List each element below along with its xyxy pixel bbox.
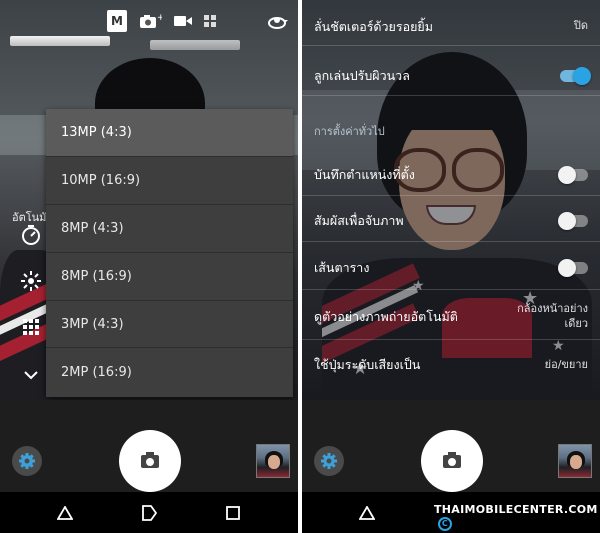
home-icon[interactable]	[140, 504, 158, 522]
shutter-button[interactable]	[119, 430, 181, 492]
timer-icon[interactable]	[18, 222, 44, 248]
resolution-option[interactable]: 8MP (4:3)	[46, 205, 293, 253]
setting-label: ลั่นชัตเตอร์ด้วยรอยยิ้ม	[314, 18, 433, 34]
setting-value: ปิด	[573, 19, 588, 33]
camera-panel-right: ★ ★ ★ ★ ลั่นชัตเตอร์ด้วยรอยยิ้ม ปิด ลูกเ…	[302, 0, 600, 533]
system-navbar	[0, 492, 298, 533]
setting-label: เส้นตาราง	[314, 259, 370, 275]
resolution-menu: 13MP (4:3) 10MP (16:9) 8MP (4:3) 8MP (16…	[46, 109, 293, 397]
resolution-option[interactable]: 13MP (4:3)	[46, 109, 293, 157]
settings-button[interactable]	[12, 446, 42, 476]
setting-soft-skin[interactable]: ลูกเล่นปรับผิวนวล	[302, 56, 600, 96]
photo-mode-icon[interactable]: +	[137, 10, 163, 32]
setting-auto-preview[interactable]: ดูตัวอย่างภาพถ่ายอัตโนมัติ กล้องหน้าอย่า…	[302, 294, 600, 340]
gallery-thumbnail[interactable]	[256, 444, 290, 478]
watermark-text: THAIMOBILECENTER.COM	[434, 503, 598, 516]
gallery-thumbnail[interactable]	[558, 444, 592, 478]
soft-skin-toggle[interactable]	[560, 66, 591, 85]
more-icon[interactable]	[202, 10, 218, 32]
setting-label: ดูตัวอย่างภาพถ่ายอัตโนมัติ	[314, 308, 458, 324]
camera-controls	[302, 400, 600, 492]
gear-icon	[321, 453, 337, 469]
recent-apps-icon[interactable]	[224, 504, 242, 522]
ceiling-light	[10, 36, 110, 46]
camera-icon	[443, 451, 461, 468]
resolution-option[interactable]: 10MP (16:9)	[46, 157, 293, 205]
section-header-general: การตั้งค่าทั่วไป	[314, 125, 385, 138]
setting-value: กล้องหน้าอย่างเดียว	[517, 302, 588, 330]
setting-touch-capture[interactable]: สัมผัสเพื่อจับภาพ	[302, 200, 600, 242]
camera-controls	[0, 400, 298, 492]
switch-camera-icon[interactable]	[264, 12, 290, 34]
grid-lines-toggle[interactable]	[558, 258, 588, 277]
resolution-option[interactable]: 8MP (16:9)	[46, 253, 293, 301]
setting-label: ใช้ปุ่มระดับเสียงเป็น	[314, 357, 421, 372]
shutter-button[interactable]	[421, 430, 483, 492]
video-mode-icon[interactable]	[172, 10, 194, 32]
camera-panel-left: M + อัตโนมั 13MP (4:3) 10MP (16:9) 8MP (…	[0, 0, 298, 533]
resolution-option[interactable]: 2MP (16:9)	[46, 348, 293, 396]
resolution-option[interactable]: 3MP (4:3)	[46, 301, 293, 349]
setting-label: ลูกเล่นปรับผิวนวล	[314, 67, 410, 83]
settings-button[interactable]	[314, 446, 344, 476]
touch-capture-toggle[interactable]	[558, 211, 588, 230]
gear-icon	[19, 453, 35, 469]
back-icon[interactable]	[56, 504, 74, 522]
system-navbar: THAIMOBILECENTER.COMC	[302, 492, 600, 533]
grid-icon[interactable]	[18, 314, 44, 340]
svg-text:+: +	[157, 13, 162, 23]
setting-label: บันทึกตำแหน่งที่ตั้ง	[314, 166, 415, 182]
back-icon[interactable]	[358, 504, 376, 522]
camera-icon	[141, 451, 159, 468]
manual-mode-icon[interactable]: M	[107, 10, 127, 32]
save-location-toggle[interactable]	[558, 165, 588, 184]
setting-label: สัมผัสเพื่อจับภาพ	[314, 212, 404, 228]
ceiling-light	[150, 40, 240, 50]
watermark: THAIMOBILECENTER.COMC	[434, 503, 600, 531]
setting-save-location[interactable]: บันทึกตำแหน่งที่ตั้ง	[302, 154, 600, 196]
watermark-logo-icon: C	[438, 517, 452, 531]
setting-value: ย่อ/ขยาย	[544, 357, 588, 371]
setting-volume-key[interactable]: ใช้ปุ่มระดับเสียงเป็น ย่อ/ขยาย	[302, 344, 600, 386]
setting-grid-lines[interactable]: เส้นตาราง	[302, 246, 600, 290]
setting-smile-shutter[interactable]: ลั่นชัตเตอร์ด้วยรอยยิ้ม ปิด	[302, 8, 600, 46]
flash-icon[interactable]	[18, 268, 44, 294]
chevron-down-icon[interactable]	[18, 362, 44, 388]
